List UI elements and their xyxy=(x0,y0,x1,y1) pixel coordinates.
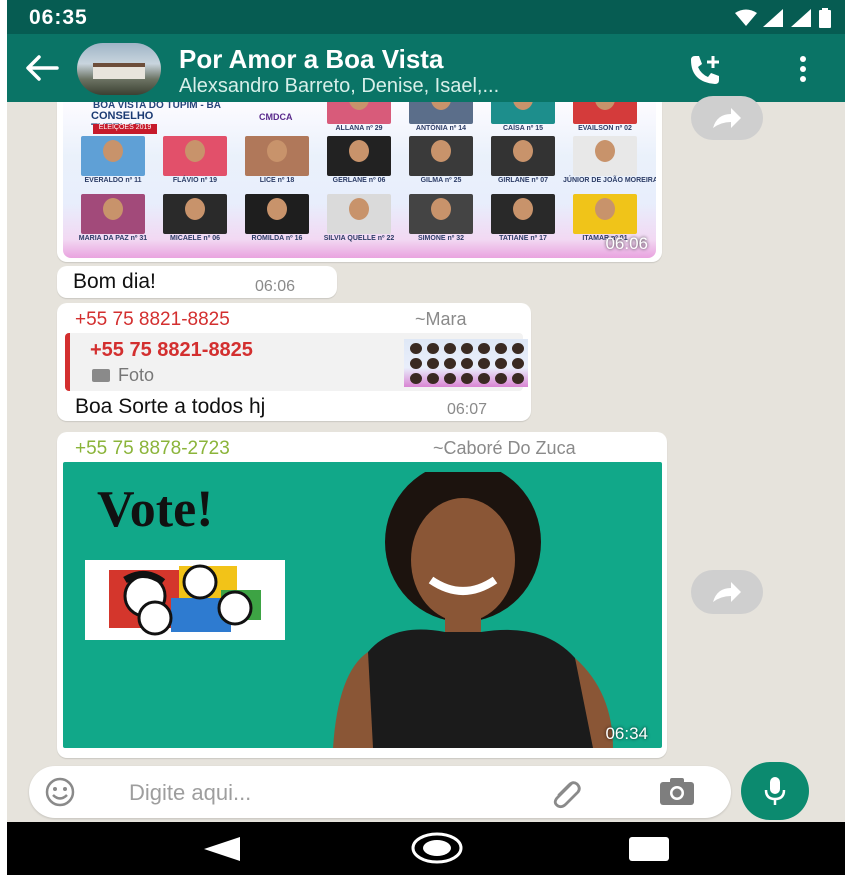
sender-alias: ~Caboré Do Zuca xyxy=(433,438,576,458)
battery-icon xyxy=(819,8,831,28)
message-text: Boa Sorte a todos hj xyxy=(75,395,266,418)
candidate-photo: MICAELE nº 06 xyxy=(159,194,231,244)
candidate-name: TATIANE nº 17 xyxy=(499,235,547,242)
candidate-name: SILVIA QUELLE nº 22 xyxy=(323,235,395,242)
message-text: Bom dia! xyxy=(73,270,156,293)
status-time: 06:35 xyxy=(29,6,88,29)
message-composer[interactable]: Digite aqui... xyxy=(29,766,731,818)
candidate-name: MARIA DA PAZ nº 31 xyxy=(78,235,148,242)
forward-button[interactable] xyxy=(691,570,763,614)
candidate-name: MICAELE nº 06 xyxy=(169,235,220,242)
candidate-name: GIRLANE nº 07 xyxy=(497,177,548,184)
poster-election: ELEIÇÕES 2019 xyxy=(93,124,157,134)
candidate-photo: ANTÔNIA nº 14 xyxy=(405,102,477,134)
message-time: 06:34 xyxy=(605,724,648,743)
back-arrow-icon[interactable] xyxy=(23,52,59,84)
candidate-photo: ALLANA nº 29 xyxy=(323,102,395,134)
candidate-photo: CAÍSA nº 15 xyxy=(487,102,559,134)
status-bar: 06:35 xyxy=(7,0,845,34)
signal-icon xyxy=(791,9,811,27)
status-icons xyxy=(735,8,831,28)
quoted-thumbnail xyxy=(404,339,528,387)
more-vert-icon[interactable] xyxy=(799,56,807,82)
candidate-photo: TATIANE nº 17 xyxy=(487,194,559,244)
candidate-photo: SIMONE nº 32 xyxy=(405,194,477,244)
chat-title[interactable]: Por Amor a Boa Vista xyxy=(179,44,443,75)
sender-alias: ~Mara xyxy=(415,309,467,329)
candidate-name: EVERALDO nº 11 xyxy=(84,177,142,184)
poster-org2: CMDCA xyxy=(259,112,293,122)
nav-home-icon[interactable] xyxy=(410,832,464,864)
candidate-name: GILMA nº 25 xyxy=(420,177,462,184)
children-logo xyxy=(85,560,285,640)
emoji-icon[interactable] xyxy=(45,777,75,807)
attach-icon[interactable] xyxy=(549,776,583,810)
add-call-icon[interactable] xyxy=(687,54,723,84)
candidates-poster-image[interactable]: BOA VISTA DO TUPIM - BA CONSELHO TUTELAR… xyxy=(63,102,656,258)
image-message[interactable]: +55 75 8878-2723 ~Caboré Do Zuca Vote! 0… xyxy=(57,432,667,758)
quoted-sender: +55 75 8821-8825 xyxy=(90,339,253,361)
candidate-photo: GIRLANE nº 07 xyxy=(487,136,559,186)
voice-record-button[interactable] xyxy=(741,762,809,820)
candidate-photo: GILMA nº 25 xyxy=(405,136,477,186)
signal-icon xyxy=(763,9,783,27)
nav-recents-icon[interactable] xyxy=(629,837,669,861)
candidate-name: ROMILDA nº 16 xyxy=(251,235,303,242)
candidate-name: ANTÔNIA nº 14 xyxy=(415,125,467,132)
message-time: 06:06 xyxy=(605,234,648,253)
message-input[interactable]: Digite aqui... xyxy=(129,780,251,806)
candidate-photo: JÚNIOR DE JOÃO MOREIRA nº 41 xyxy=(563,136,656,186)
candidate-name: JÚNIOR DE JOÃO MOREIRA nº 41 xyxy=(563,177,656,184)
candidate-photo: GERLANE nº 06 xyxy=(323,136,395,186)
vote-campaign-image[interactable]: Vote! 06:34 xyxy=(63,462,662,748)
candidate-name: FLÁVIO nº 19 xyxy=(172,177,218,184)
whatsapp-chat-screen: 06:35 Por Amor a Boa Vista Alexsandro Ba… xyxy=(7,0,845,875)
camera-small-icon xyxy=(92,369,110,382)
forward-icon xyxy=(713,108,741,128)
message-time: 06:06 xyxy=(255,278,296,295)
message-sender[interactable]: +55 75 8878-2723 xyxy=(75,438,230,460)
system-nav-bar xyxy=(7,822,845,875)
wifi-icon xyxy=(735,9,757,26)
candidate-photo: ROMILDA nº 16 xyxy=(241,194,313,244)
message-sender[interactable]: +55 75 8821-8825 xyxy=(75,309,230,331)
candidate-name: LICE nº 18 xyxy=(259,177,295,184)
camera-icon[interactable] xyxy=(659,778,695,806)
forward-button[interactable] xyxy=(691,96,763,140)
candidate-name: ALLANA nº 29 xyxy=(335,125,383,132)
candidate-name: SIMONE nº 32 xyxy=(417,235,465,242)
group-avatar[interactable] xyxy=(77,43,161,95)
candidate-name: EVAILSON nº 02 xyxy=(578,125,632,132)
chat-header: Por Amor a Boa Vista Alexsandro Barreto,… xyxy=(7,34,845,102)
nav-back-icon[interactable] xyxy=(202,836,242,862)
message-time: 06:07 xyxy=(447,401,488,418)
quoted-type-label: Foto xyxy=(118,365,155,385)
vote-title: Vote! xyxy=(97,481,214,538)
quoted-message[interactable]: +55 75 8821-8825 Foto xyxy=(65,333,528,391)
image-message[interactable]: BOA VISTA DO TUPIM - BA CONSELHO TUTELAR… xyxy=(57,102,662,262)
candidate-name: CAÍSA nº 15 xyxy=(502,125,544,132)
candidate-photo: EVERALDO nº 11 xyxy=(77,136,149,186)
candidate-photo: LICE nº 18 xyxy=(241,136,313,186)
quoted-type: Foto xyxy=(92,365,154,386)
candidate-photo: MARIA DA PAZ nº 31 xyxy=(77,194,149,244)
candidate-photo xyxy=(333,472,613,748)
mic-icon xyxy=(764,777,786,805)
candidate-name: GERLANE nº 06 xyxy=(332,177,386,184)
text-message[interactable]: Bom dia! 06:06 xyxy=(57,266,337,298)
candidate-photo: EVAILSON nº 02 xyxy=(569,102,641,134)
forward-icon xyxy=(713,582,741,602)
reply-message[interactable]: +55 75 8821-8825 ~Mara +55 75 8821-8825 … xyxy=(57,303,531,421)
candidate-photo: FLÁVIO nº 19 xyxy=(159,136,231,186)
candidate-photo: SILVIA QUELLE nº 22 xyxy=(323,194,395,244)
chat-participants[interactable]: Alexsandro Barreto, Denise, Isael,... xyxy=(179,75,499,98)
